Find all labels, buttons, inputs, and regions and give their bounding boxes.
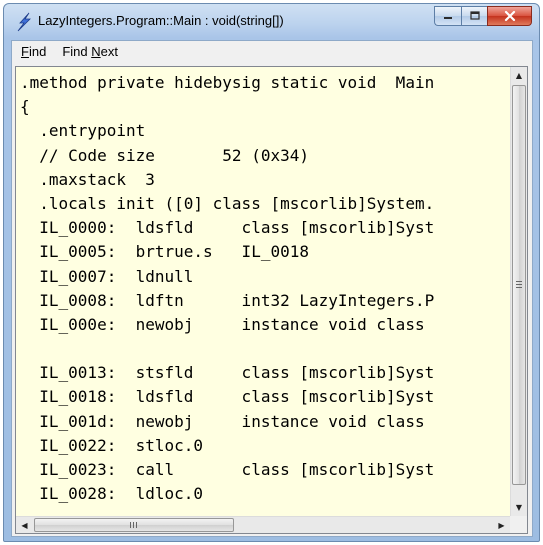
minimize-button[interactable] xyxy=(434,6,461,26)
il-code[interactable]: .method private hidebysig static void Ma… xyxy=(20,71,510,511)
arrow-up-icon: ▲ xyxy=(515,71,523,80)
code-line: IL_0000: ldsfld class [mscorlib]Syst xyxy=(20,218,435,238)
menu-bar: Find Find Next xyxy=(12,41,532,62)
code-line: .method private hidebysig static void Ma… xyxy=(20,73,435,92)
ildasm-method-window: LazyIntegers.Program::Main : void(string… xyxy=(3,3,540,542)
code-line: IL_000e: newobj instance void class xyxy=(20,314,425,334)
menu-find-next-rest: ext xyxy=(100,44,118,59)
grip-icon xyxy=(130,522,137,528)
lightning-icon xyxy=(16,12,32,32)
code-line: IL_0007: ldnull xyxy=(20,266,194,286)
scrollbar-corner xyxy=(510,516,527,533)
code-line: .entrypoint xyxy=(20,121,146,141)
vertical-scrollbar[interactable]: ▲ ▼ xyxy=(510,67,527,516)
scroll-up-button[interactable]: ▲ xyxy=(511,67,527,84)
scroll-left-button[interactable]: ◀ xyxy=(16,517,33,533)
title-bar[interactable]: LazyIntegers.Program::Main : void(string… xyxy=(4,4,539,40)
horizontal-scroll-thumb[interactable] xyxy=(34,518,234,532)
code-line: IL_0022: stloc.0 xyxy=(20,435,204,455)
vertical-scroll-thumb[interactable] xyxy=(512,85,526,485)
maximize-button[interactable] xyxy=(461,6,487,26)
menu-find-next-pre: Find xyxy=(62,44,92,59)
grip-icon xyxy=(516,281,522,288)
menu-find-accel: F xyxy=(21,44,29,59)
code-line: .locals init ([0] class [mscorlib]System… xyxy=(20,193,435,213)
maximize-icon xyxy=(469,11,480,20)
menu-find[interactable]: Find xyxy=(21,44,46,59)
close-button[interactable] xyxy=(487,6,532,26)
scroll-down-button[interactable]: ▼ xyxy=(511,499,527,516)
window-title: LazyIntegers.Program::Main : void(string… xyxy=(38,13,284,28)
code-line: IL_0023: call class [mscorlib]Syst xyxy=(20,460,435,479)
code-line: IL_001d: newobj instance void class xyxy=(20,411,425,431)
close-icon xyxy=(504,10,515,22)
horizontal-scrollbar[interactable]: ◀ ▶ xyxy=(16,516,510,533)
client-area: Find Find Next .method private hidebysig… xyxy=(11,40,533,537)
code-line: // Code size 52 (0x34) xyxy=(20,145,309,165)
arrow-left-icon: ◀ xyxy=(21,520,28,530)
code-line: IL_0008: ldftn int32 LazyIntegers.P xyxy=(20,290,435,310)
code-line: .maxstack 3 xyxy=(20,169,155,189)
code-line: IL_0005: brtrue.s IL_0018 xyxy=(20,242,309,262)
arrow-down-icon: ▼ xyxy=(515,503,523,512)
code-line: IL_0013: stsfld class [mscorlib]Syst xyxy=(20,363,435,383)
code-line: IL_0028: ldloc.0 xyxy=(20,484,204,504)
menu-find-next-accel: N xyxy=(91,44,101,59)
code-line: { xyxy=(20,97,30,117)
caption-buttons xyxy=(434,6,532,26)
scroll-right-button[interactable]: ▶ xyxy=(493,517,510,533)
menu-find-rest: ind xyxy=(28,44,47,59)
minimize-icon xyxy=(444,17,452,19)
code-line: IL_0018: ldsfld class [mscorlib]Syst xyxy=(20,387,435,407)
code-text-area[interactable]: .method private hidebysig static void Ma… xyxy=(15,66,528,534)
menu-find-next[interactable]: Find Next xyxy=(62,44,118,59)
arrow-right-icon: ▶ xyxy=(498,520,505,530)
